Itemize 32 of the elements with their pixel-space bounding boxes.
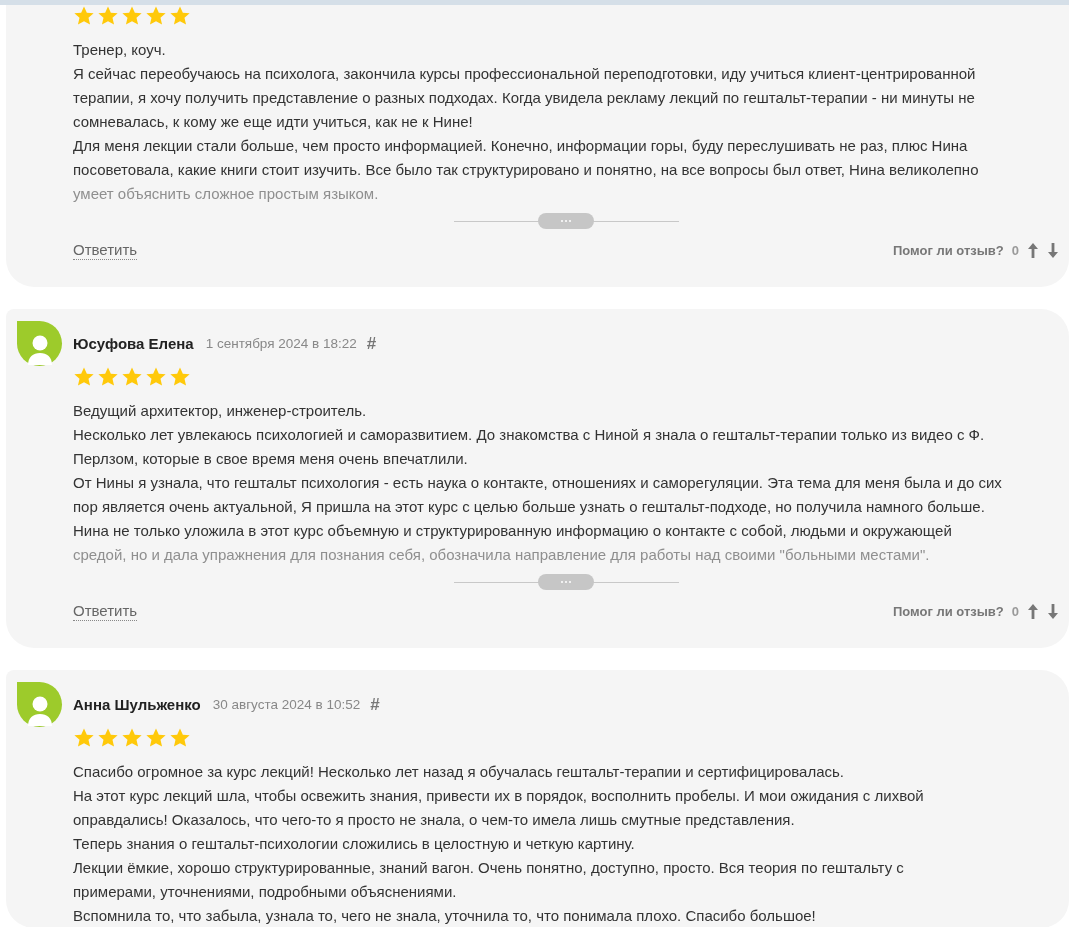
- permalink[interactable]: #: [366, 333, 377, 354]
- review-paragraph: Лекции ёмкие, хорошо структурированные, знаний вагон. Очень понятно, доступно, просто. Вся теория по гештальту с примерами, уточнениями, подробными объяснениями.: [73, 858, 905, 902]
- faded-text: средой, но и дала упражнения для познания себя, обозначила направление для работы над своими "больными местами".: [73, 545, 931, 565]
- upvote-arrow-icon[interactable]: [1027, 602, 1039, 620]
- review-paragraph: Тренер, коуч.: [73, 40, 167, 60]
- review-paragraph: Несколько лет увлекаюсь психологией и саморазвитием. До знакомства с Ниной я знала о гештальт-терапии только из видео с Ф. Перлзом, которые в свое время меня очень впечатлили.: [73, 425, 986, 469]
- helpful-question: Помог ли отзыв?: [892, 242, 1004, 258]
- downvote-arrow-icon[interactable]: [1047, 602, 1059, 620]
- review-paragraph: Нина не только уложила в этот курс объемную и структурированную информацию о контакте с собой, людьми и окружающей: [73, 521, 953, 541]
- helpful-count: 0: [1011, 603, 1019, 619]
- downvote-arrow-icon[interactable]: [1047, 241, 1059, 259]
- review-paragraph: Теперь знания о гештальт-психологии сложились в целостную и четкую картину.: [73, 834, 636, 854]
- reply-link[interactable]: Ответить: [73, 601, 138, 621]
- review-paragraph: Для меня лекции стали больше, чем просто информацией. Конечно, информации горы, буду переслушивать не раз, плюс Нина посоветовала, какие книги стоит изучить. Все было так структурировано и понятно, на все вопросы был ответ, Нина великолепно: [73, 136, 980, 180]
- review-date: 1 сентября 2024 в 18:22: [205, 336, 357, 351]
- avatar-icon: [17, 321, 62, 366]
- review-date: 30 августа 2024 в 10:52: [212, 697, 361, 712]
- review-paragraph: Вспомнила то, что забыла, узнала то, чего не знала, уточнила то, что понимала плохо. Спасибо большое!: [73, 906, 817, 926]
- reply-link[interactable]: Ответить: [73, 240, 138, 260]
- faded-text: умеет объяснить сложное простым языком.: [73, 184, 380, 204]
- permalink[interactable]: #: [370, 694, 380, 715]
- helpful-count: 0: [1011, 242, 1019, 258]
- avatar-icon: [17, 682, 62, 727]
- helpful-question: Помог ли отзыв?: [892, 603, 1004, 619]
- review-paragraph: От Нины я узнала, что гештальт психология - есть наука о контакте, отношениях и саморегуляции. Эта тема для меня была и до сих пор является очень актуальной, Я пришла на этот курс с целью больше узнать о гештальт-подходе, но получила намного больше.: [73, 473, 1003, 517]
- author-name: Юсуфова Елена: [73, 335, 194, 352]
- review-paragraph: Ведущий архитектор, инженер-строитель.: [73, 401, 368, 421]
- review-paragraph: Я сейчас переобучаюсь на психолога, закончила курсы профессиональной переподготовки, иду учиться клиент-центрированной терапии, я хочу получить представление о разных подходах. Когда увидела рекламу лекций по гештальт-терапии - ни минуты не сомневалась, к кому же еще идти учиться, как не к Нине!: [73, 64, 977, 132]
- upvote-arrow-icon[interactable]: [1027, 241, 1039, 259]
- author-name: Анна Шульженко: [73, 696, 201, 713]
- review-paragraph: На этот курс лекций шла, чтобы освежить знания, привести их в порядок, восполнить пробелы. И мои ожидания с лихвой оправдались! Оказалось, что чего-то я просто не знала, о чем-то имела лишь смутные представления.: [73, 786, 925, 830]
- review-paragraph: Спасибо огромное за курс лекций! Несколько лет назад я обучалась гештальт-терапии и сертифицировалась.: [73, 762, 845, 782]
